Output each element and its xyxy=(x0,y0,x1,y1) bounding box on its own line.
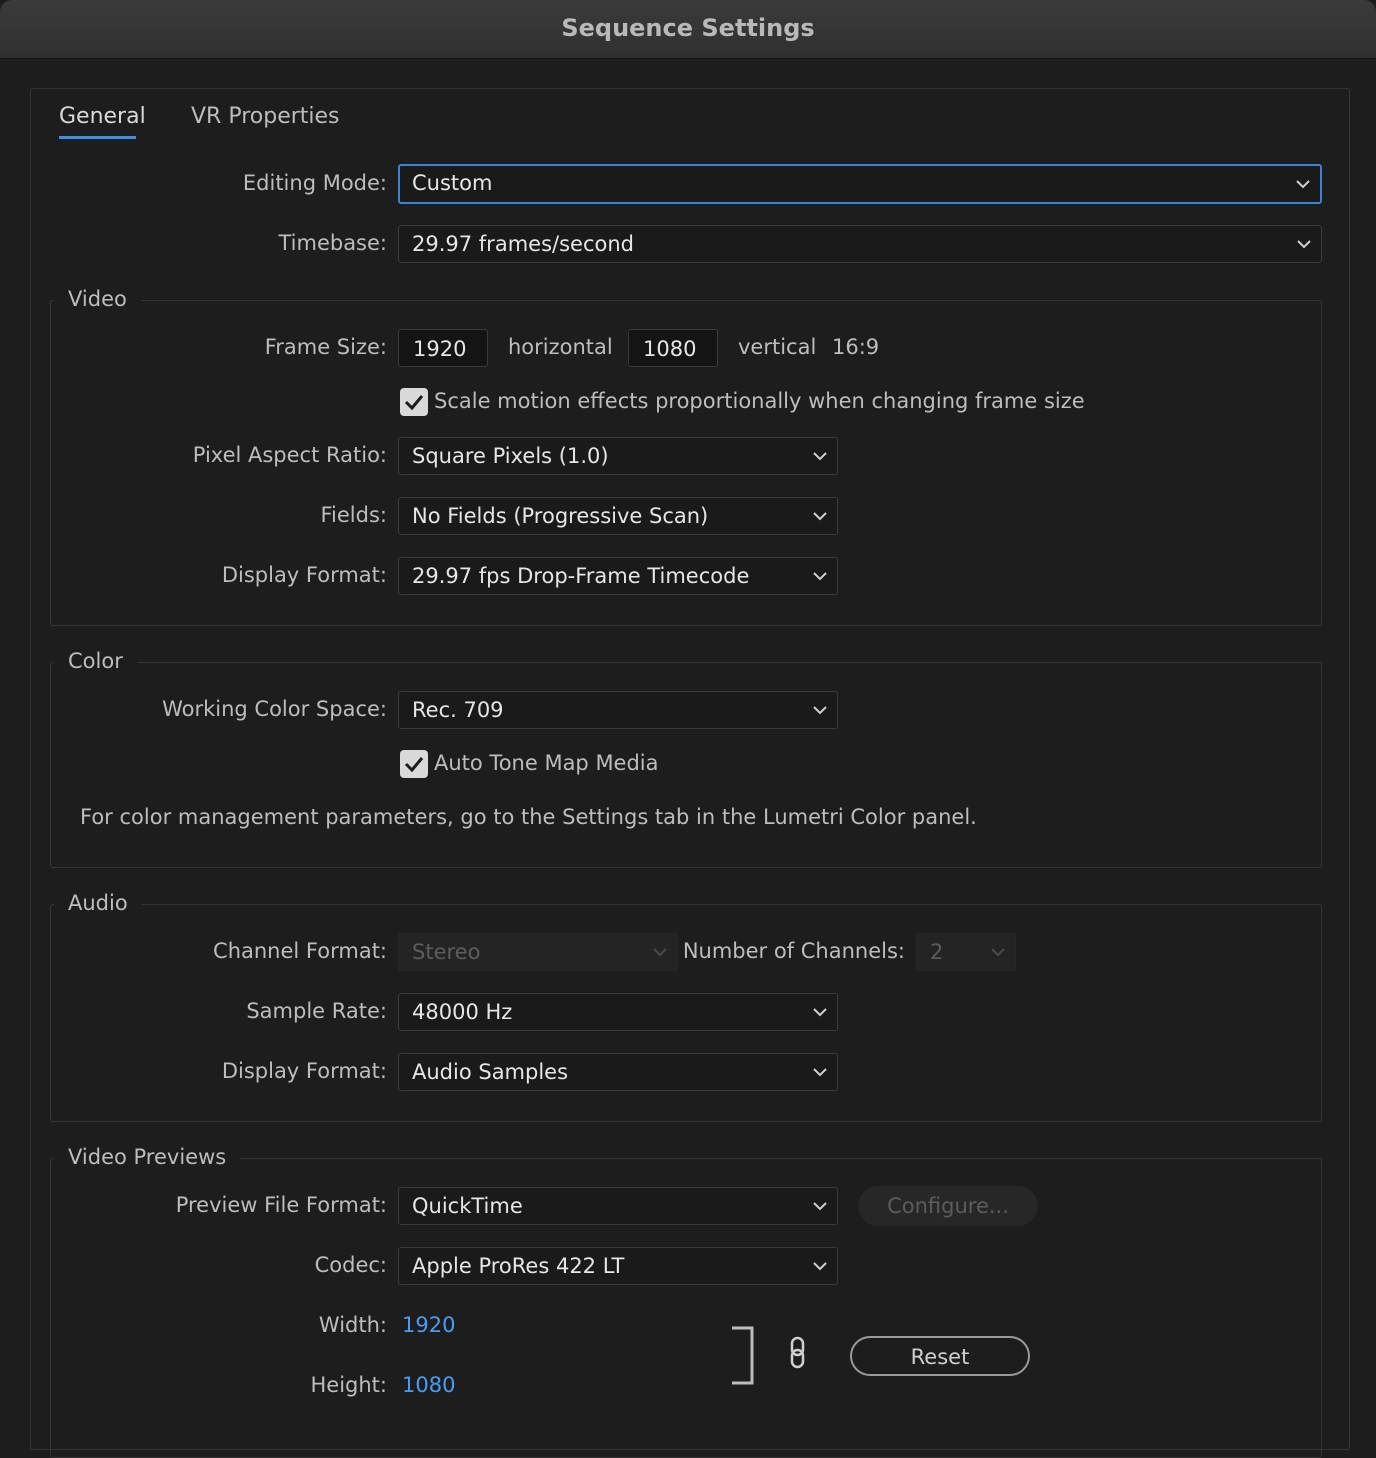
horizontal-label: horizontal xyxy=(508,335,613,359)
color-management-note: For color management parameters, go to t… xyxy=(80,805,977,829)
chain-link-icon[interactable] xyxy=(786,1336,810,1370)
preview-file-format-label: Preview File Format: xyxy=(175,1193,387,1217)
sample-rate-value: 48000 Hz xyxy=(412,1000,513,1024)
aspect-ratio-text: 16:9 xyxy=(832,335,880,359)
working-color-space-value: Rec. 709 xyxy=(412,698,504,722)
fields-dropdown[interactable]: No Fields (Progressive Scan) xyxy=(398,497,838,535)
tab-vr-properties[interactable]: VR Properties xyxy=(191,104,340,129)
dialog-title: Sequence Settings xyxy=(561,14,815,42)
checkmark-icon xyxy=(404,757,424,773)
video-display-format-dropdown[interactable]: 29.97 fps Drop-Frame Timecode xyxy=(398,557,838,595)
chevron-down-icon xyxy=(991,948,1005,957)
editing-mode-value: Custom xyxy=(412,171,493,195)
tab-general[interactable]: General xyxy=(59,104,146,129)
configure-button[interactable]: Configure... xyxy=(858,1186,1038,1226)
scale-motion-checkbox[interactable] xyxy=(400,388,428,416)
video-legend: Video xyxy=(54,287,141,311)
editing-mode-label: Editing Mode: xyxy=(242,171,387,195)
preview-file-format-value: QuickTime xyxy=(412,1194,523,1218)
video-previews-legend: Video Previews xyxy=(54,1145,241,1169)
audio-display-format-dropdown[interactable]: Audio Samples xyxy=(398,1053,838,1091)
working-color-space-dropdown[interactable]: Rec. 709 xyxy=(398,691,838,729)
working-color-space-label: Working Color Space: xyxy=(162,697,387,721)
chevron-down-icon xyxy=(813,706,827,715)
num-channels-dropdown[interactable]: 2 xyxy=(916,933,1016,971)
codec-dropdown[interactable]: Apple ProRes 422 LT xyxy=(398,1247,838,1285)
editing-mode-dropdown[interactable]: Custom xyxy=(398,164,1322,204)
pixel-aspect-dropdown[interactable]: Square Pixels (1.0) xyxy=(398,437,838,475)
pixel-aspect-label: Pixel Aspect Ratio: xyxy=(192,443,387,467)
audio-legend: Audio xyxy=(54,891,142,915)
fields-label: Fields: xyxy=(320,503,388,527)
channel-format-label: Channel Format: xyxy=(213,939,387,963)
chevron-down-icon xyxy=(1297,240,1311,249)
frame-height-input[interactable]: 1080 xyxy=(628,329,718,367)
preview-file-format-dropdown[interactable]: QuickTime xyxy=(398,1187,838,1225)
frame-height-value: 1080 xyxy=(643,337,697,361)
fields-value: No Fields (Progressive Scan) xyxy=(412,504,709,528)
chevron-down-icon xyxy=(813,1262,827,1271)
preview-height-label: Height: xyxy=(310,1373,388,1397)
frame-width-value: 1920 xyxy=(413,337,467,361)
chevron-down-icon xyxy=(813,1202,827,1211)
chevron-down-icon xyxy=(813,512,827,521)
timebase-dropdown[interactable]: 29.97 frames/second xyxy=(398,225,1322,263)
timebase-label: Timebase: xyxy=(278,231,387,255)
preview-height-value[interactable]: 1080 xyxy=(402,1373,455,1397)
preview-width-label: Width: xyxy=(318,1313,387,1337)
preview-width-value[interactable]: 1920 xyxy=(402,1313,455,1337)
color-legend: Color xyxy=(54,649,137,673)
chevron-down-icon xyxy=(1296,180,1310,189)
auto-tone-map-checkbox[interactable] xyxy=(400,750,428,778)
checkmark-icon xyxy=(404,395,424,411)
sample-rate-label: Sample Rate: xyxy=(246,999,387,1023)
reset-button[interactable]: Reset xyxy=(850,1336,1030,1376)
channel-format-value: Stereo xyxy=(412,940,481,964)
video-display-format-value: 29.97 fps Drop-Frame Timecode xyxy=(412,564,750,588)
scale-motion-label: Scale motion effects proportionally when… xyxy=(434,389,1085,413)
codec-label: Codec: xyxy=(314,1253,387,1277)
chevron-down-icon xyxy=(813,1008,827,1017)
chevron-down-icon xyxy=(813,452,827,461)
active-tab-indicator xyxy=(59,136,136,139)
num-channels-value: 2 xyxy=(930,940,944,964)
link-bracket xyxy=(732,1326,754,1385)
video-display-format-label: Display Format: xyxy=(221,563,387,587)
chevron-down-icon xyxy=(813,572,827,581)
frame-width-input[interactable]: 1920 xyxy=(398,329,488,367)
frame-size-label: Frame Size: xyxy=(264,335,387,359)
chevron-down-icon xyxy=(813,1068,827,1077)
vertical-label: vertical xyxy=(738,335,817,359)
audio-display-format-value: Audio Samples xyxy=(412,1060,569,1084)
codec-value: Apple ProRes 422 LT xyxy=(412,1254,625,1278)
audio-display-format-label: Display Format: xyxy=(221,1059,387,1083)
channel-format-dropdown[interactable]: Stereo xyxy=(398,933,678,971)
configure-button-label: Configure... xyxy=(887,1194,1009,1218)
auto-tone-map-label: Auto Tone Map Media xyxy=(434,751,659,775)
reset-button-label: Reset xyxy=(910,1345,970,1369)
pixel-aspect-value: Square Pixels (1.0) xyxy=(412,444,609,468)
timebase-value: 29.97 frames/second xyxy=(412,232,634,256)
title-bar: Sequence Settings xyxy=(0,0,1376,59)
sample-rate-dropdown[interactable]: 48000 Hz xyxy=(398,993,838,1031)
num-channels-label: Number of Channels: xyxy=(682,939,905,963)
chevron-down-icon xyxy=(653,948,667,957)
